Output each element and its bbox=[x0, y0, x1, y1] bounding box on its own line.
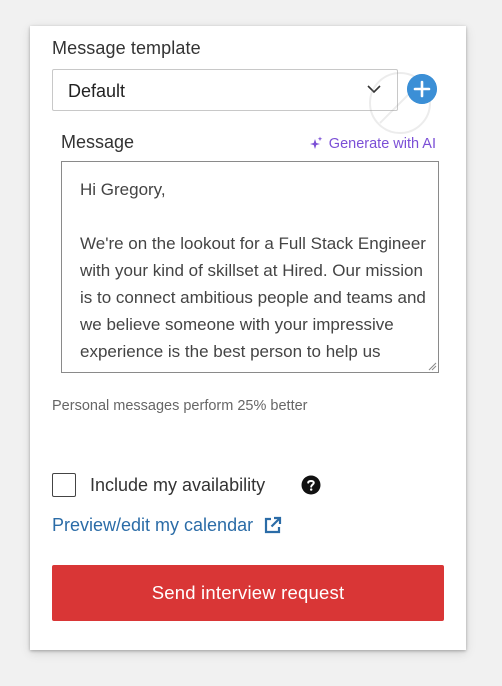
sparkle-icon bbox=[309, 136, 323, 149]
message-template-label: Message template bbox=[52, 38, 201, 58]
message-template-value: Default bbox=[68, 81, 126, 101]
preview-calendar-label: Preview/edit my calendar bbox=[52, 515, 254, 535]
interview-request-card: Message template Default Message Generat… bbox=[30, 26, 466, 650]
include-availability-label[interactable]: Include my availability bbox=[90, 475, 265, 496]
add-template-button[interactable] bbox=[407, 74, 437, 104]
message-label: Message bbox=[61, 132, 135, 152]
message-body-text: Hi Gregory, We're on the lookout for a F… bbox=[80, 180, 426, 372]
message-textarea[interactable]: Hi Gregory, We're on the lookout for a F… bbox=[61, 161, 439, 373]
resize-handle-icon[interactable] bbox=[427, 361, 437, 371]
send-interview-request-button[interactable]: Send interview request bbox=[52, 565, 444, 621]
personal-message-hint: Personal messages perform 25% better bbox=[52, 398, 308, 414]
include-availability-checkbox[interactable] bbox=[52, 473, 76, 497]
help-question-icon[interactable] bbox=[301, 475, 321, 495]
external-link-icon bbox=[264, 516, 282, 534]
message-template-select[interactable]: Default bbox=[52, 69, 398, 111]
preview-calendar-link[interactable]: Preview/edit my calendar bbox=[52, 515, 282, 536]
generate-with-ai-button[interactable]: Generate with AI bbox=[309, 134, 436, 154]
generate-with-ai-label: Generate with AI bbox=[328, 136, 436, 152]
